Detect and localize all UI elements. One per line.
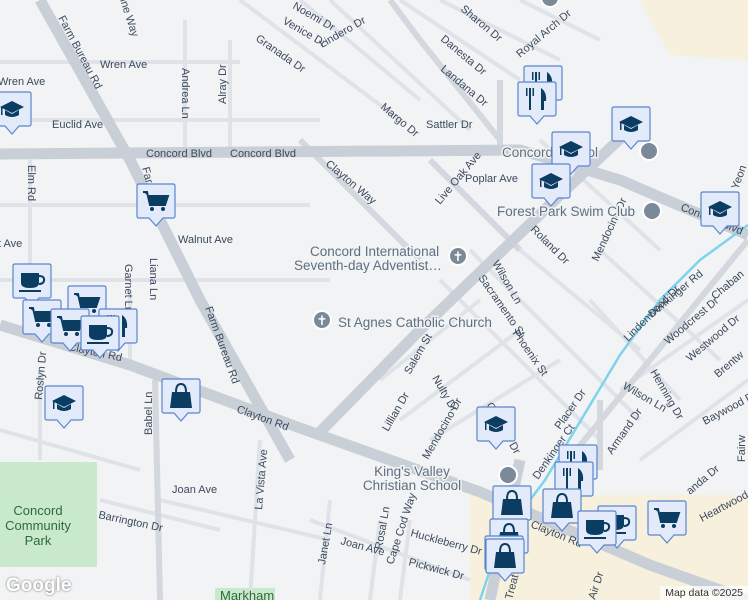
street-label: Euclid Ave	[52, 119, 103, 131]
school-marker[interactable]	[531, 163, 571, 207]
street-label: Garnet Ln	[122, 264, 134, 313]
school-marker[interactable]	[44, 385, 84, 429]
markham-label[interactable]: Markham	[220, 588, 274, 600]
grocery-marker[interactable]	[136, 183, 176, 227]
poi-label-st-agnes[interactable]: St Agnes Catholic Church	[337, 314, 494, 332]
street-label: Babel Ln	[143, 392, 155, 435]
pool-icon[interactable]	[642, 201, 662, 221]
street-label: t Ave	[0, 238, 22, 250]
street-label: Wren Ave	[0, 76, 45, 88]
school-icon[interactable]	[639, 141, 659, 161]
street-label: Margo Dr	[378, 101, 421, 140]
poi-label-kings-valley[interactable]: King's Valley	[373, 463, 452, 481]
park-label[interactable]: Concord	[13, 503, 62, 518]
park-label[interactable]: Community	[5, 518, 71, 533]
street-label: Walnut Ave	[178, 234, 233, 246]
street-label: Joan Ave	[172, 484, 217, 496]
poi-label-kings-valley[interactable]: Christian School	[361, 477, 462, 495]
poi-label-adventist[interactable]: Seventh-day Adventist…	[293, 257, 444, 275]
street-label: Janet Ln	[316, 522, 335, 566]
street-label: Concord Blvd	[146, 148, 212, 160]
street-label: Farm Bureau Rd	[202, 305, 241, 386]
street-label: Alray Dr	[217, 64, 229, 104]
school-marker[interactable]	[0, 91, 32, 135]
poi-icon[interactable]	[540, 0, 560, 8]
map-canvas[interactable]: Farm Bureau Rd ine Way Wren Ave Wren Ave…	[0, 0, 748, 600]
street-label: Sattler Dr	[426, 119, 473, 131]
street-label: Wren Ave	[100, 59, 147, 71]
poi-label-swim-club[interactable]: Forest Park Swim Club	[496, 203, 637, 221]
street-label: anda Dr	[684, 463, 722, 498]
concord-blvd	[0, 144, 748, 241]
street-label: Armand Dr	[605, 406, 646, 457]
poi-label-adventist[interactable]: Concord International	[309, 243, 441, 261]
commercial-area-top	[640, 0, 748, 60]
map-attribution[interactable]: Map data ©2025	[660, 586, 748, 600]
street-label: Yeon	[730, 164, 748, 191]
restaurant-marker[interactable]	[517, 81, 557, 125]
school-icon[interactable]	[498, 465, 518, 485]
park-label[interactable]: Park	[25, 533, 52, 548]
cross-glyph: ✝	[453, 249, 464, 264]
street-label: Fairw	[736, 435, 748, 462]
street-label: Granada Dr	[253, 33, 307, 76]
street-label: Mendocino Dr	[420, 396, 465, 462]
street-label: La Vista Ave	[253, 449, 270, 511]
street-label: ine Way	[117, 0, 141, 39]
street-label: Brentw	[712, 349, 746, 380]
google-logo[interactable]: Google	[6, 575, 71, 597]
street-label: Elm Rd	[25, 165, 37, 201]
street-label: Liana Ln	[147, 258, 159, 300]
street-label: Poplar Ave	[465, 173, 518, 185]
street-label: Concord Blvd	[230, 148, 296, 160]
cross-glyph: ✝	[317, 313, 328, 328]
street-label: Clayton Way	[323, 158, 379, 207]
shopping-marker[interactable]	[161, 378, 201, 422]
street-label: Lillian Dr	[380, 390, 412, 433]
street-label: Sharon Dr	[458, 3, 504, 45]
street-label: Andrea Ln	[179, 68, 191, 119]
street-label: Pickwick Dr	[407, 556, 465, 582]
